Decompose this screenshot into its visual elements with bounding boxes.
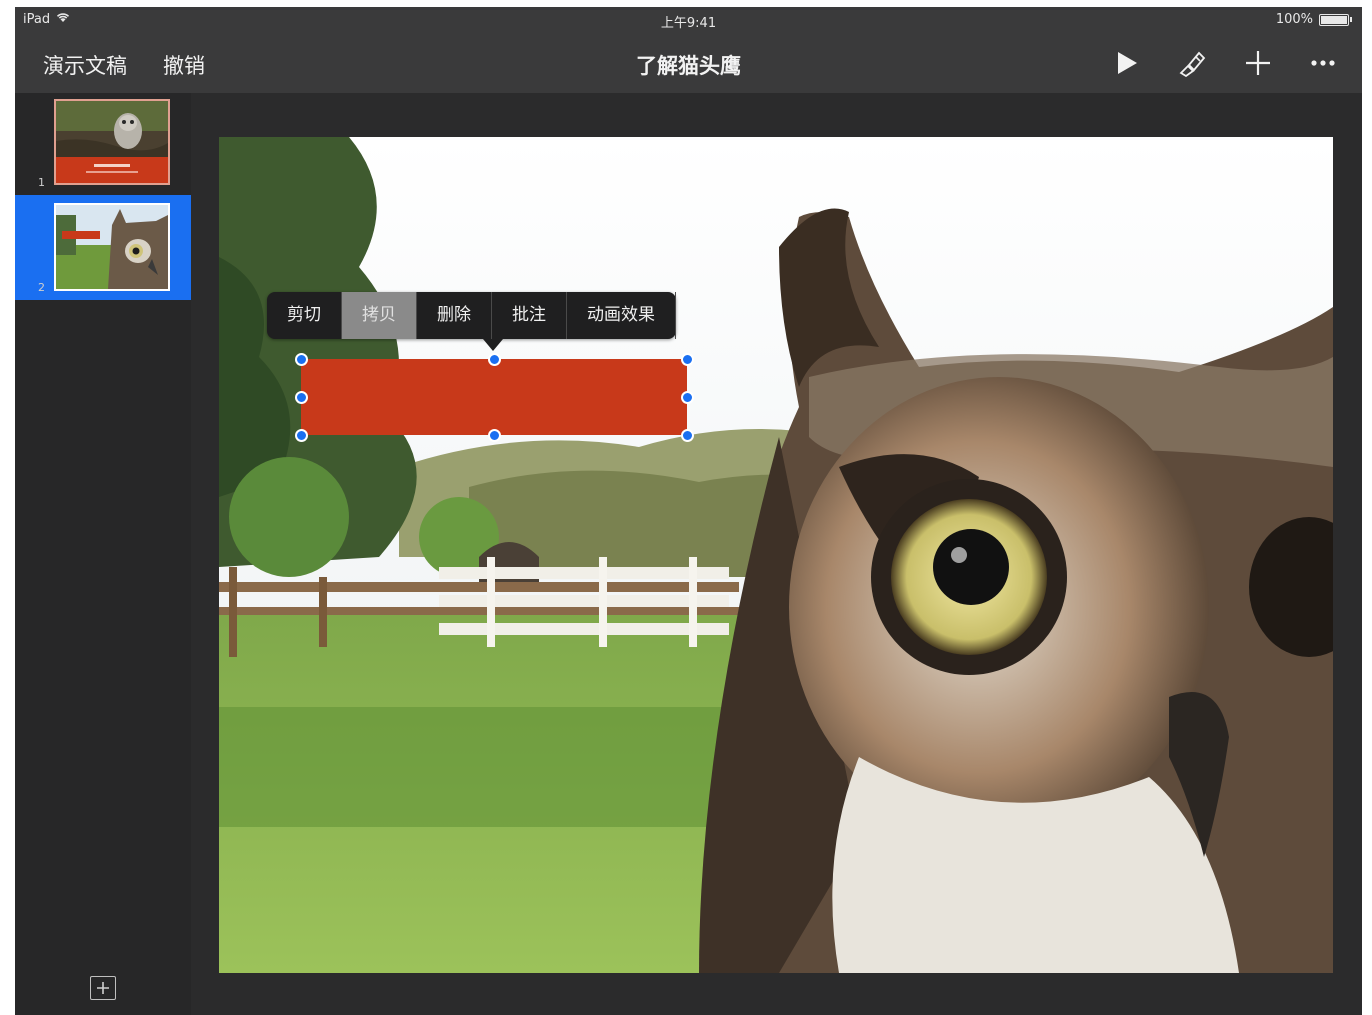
menu-pointer bbox=[483, 339, 503, 351]
more-icon[interactable] bbox=[1305, 47, 1341, 79]
document-title: 了解猫头鹰 bbox=[636, 54, 741, 78]
format-brush-icon[interactable] bbox=[1174, 47, 1210, 79]
slide-navigator: 1 2 bbox=[15, 93, 191, 1015]
plus-icon bbox=[96, 976, 110, 1000]
owl-photo bbox=[219, 137, 1333, 973]
menu-item-cut[interactable]: 剪切 bbox=[267, 292, 342, 339]
ipad-screen: iPad 上午9:41 100% 演示文稿 撤销 了解猫头鹰 1 2 剪切 拷贝… bbox=[15, 7, 1362, 1015]
resize-handle-bottom[interactable] bbox=[488, 429, 501, 442]
menu-item-delete[interactable]: 删除 bbox=[417, 292, 492, 339]
menu-item-copy[interactable]: 拷贝 bbox=[342, 292, 417, 339]
menu-item-animation[interactable]: 动画效果 bbox=[567, 292, 676, 339]
slide-number: 1 bbox=[38, 176, 45, 189]
resize-handle-left[interactable] bbox=[295, 391, 308, 404]
add-slide-button[interactable] bbox=[90, 976, 116, 1000]
clock: 上午9:41 bbox=[660, 16, 717, 31]
toolbar: 演示文稿 撤销 了解猫头鹰 bbox=[15, 33, 1362, 93]
slide-thumbnail-2[interactable]: 2 bbox=[15, 195, 191, 300]
resize-handle-top-left[interactable] bbox=[295, 353, 308, 366]
status-bar: iPad 上午9:41 100% bbox=[15, 7, 1362, 33]
add-icon[interactable] bbox=[1240, 47, 1276, 79]
resize-handle-bottom-left[interactable] bbox=[295, 429, 308, 442]
resize-handle-bottom-right[interactable] bbox=[681, 429, 694, 442]
selected-text-box[interactable] bbox=[301, 359, 687, 435]
play-icon[interactable] bbox=[1109, 47, 1145, 79]
slide-1-preview bbox=[54, 99, 170, 185]
slide-2-preview bbox=[54, 203, 170, 291]
context-menu: 剪切 拷贝 删除 批注 动画效果 bbox=[267, 292, 676, 351]
slide-thumbnail-1[interactable]: 1 bbox=[15, 93, 191, 195]
battery-icon bbox=[1319, 13, 1349, 26]
slide-number: 2 bbox=[38, 281, 45, 294]
battery-percent: 100% bbox=[1275, 12, 1313, 27]
slide-canvas[interactable] bbox=[219, 137, 1333, 973]
menu-item-comment[interactable]: 批注 bbox=[492, 292, 567, 339]
resize-handle-right[interactable] bbox=[681, 391, 694, 404]
resize-handle-top-right[interactable] bbox=[681, 353, 694, 366]
resize-handle-top[interactable] bbox=[488, 353, 501, 366]
